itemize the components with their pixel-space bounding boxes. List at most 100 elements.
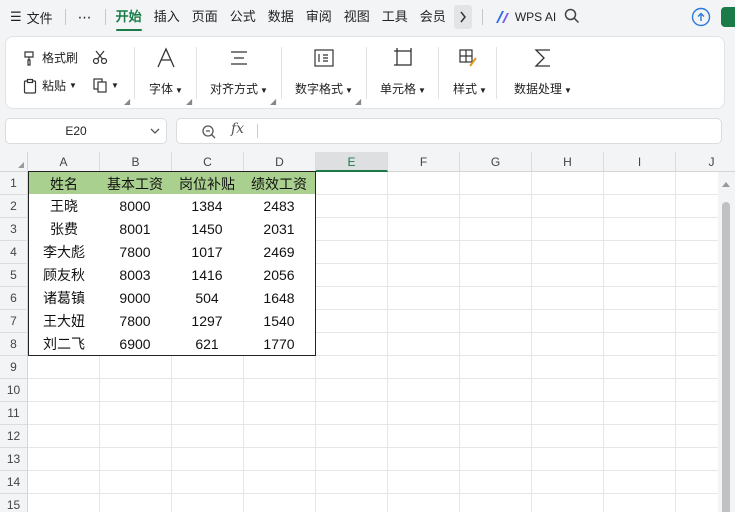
tab-page[interactable]: 页面 [186, 0, 224, 34]
copy-button[interactable]: ▼ [92, 77, 119, 93]
cut-button[interactable] [92, 49, 108, 65]
fx-button[interactable]: fx [231, 121, 244, 137]
row-header-15[interactable]: 15 [0, 494, 28, 512]
font-button[interactable]: 字体 ▼ [149, 80, 183, 97]
vertical-scrollbar[interactable] [718, 172, 735, 512]
table-cell[interactable]: 8003 [99, 263, 172, 287]
table-header-cell[interactable]: 岗位补贴 [171, 171, 244, 195]
tab-tools[interactable]: 工具 [376, 0, 414, 34]
row-header-4[interactable]: 4 [0, 241, 28, 264]
column-header-b[interactable]: B [100, 152, 172, 172]
table-cell[interactable]: 1416 [171, 263, 244, 287]
column-header-a[interactable]: A [28, 152, 100, 172]
format-painter-button[interactable]: 格式刷 [22, 49, 78, 66]
row-header-7[interactable]: 7 [0, 310, 28, 333]
style-button[interactable]: 样式 ▼ [453, 80, 487, 97]
number-format-button[interactable]: 数字格式 ▼ [295, 80, 353, 97]
table-cell[interactable]: 8000 [99, 194, 172, 218]
row-header-10[interactable]: 10 [0, 379, 28, 402]
file-menu[interactable]: ☰ 文件 [0, 0, 53, 34]
table-cell[interactable]: 李大彪 [28, 240, 100, 264]
table-cell[interactable]: 张费 [28, 217, 100, 241]
scroll-up-arrow-icon[interactable] [722, 182, 730, 187]
data-processing-button[interactable]: 数据处理 ▼ [514, 80, 572, 97]
column-header-f[interactable]: F [388, 152, 460, 172]
column-header-g[interactable]: G [460, 152, 532, 172]
table-cell[interactable]: 1450 [171, 217, 244, 241]
table-cell[interactable]: 1384 [171, 194, 244, 218]
column-header-e[interactable]: E [316, 152, 388, 172]
select-all-button[interactable] [0, 152, 28, 172]
table-cell[interactable]: 诸葛镇 [28, 286, 100, 310]
table-cell[interactable]: 7800 [99, 309, 172, 333]
share-button[interactable] [721, 7, 735, 27]
tab-formula[interactable]: 公式 [224, 0, 262, 34]
tab-view[interactable]: 视图 [338, 0, 376, 34]
row-header-9[interactable]: 9 [0, 356, 28, 379]
name-box[interactable]: E20 [5, 118, 167, 144]
column-header-c[interactable]: C [172, 152, 244, 172]
table-cell[interactable]: 2483 [243, 194, 316, 218]
tab-data[interactable]: 数据 [262, 0, 300, 34]
wps-ai-button[interactable]: WPS AI [495, 10, 556, 24]
table-header-cell[interactable]: 基本工资 [99, 171, 172, 195]
formula-input[interactable] [265, 119, 705, 143]
table-cell[interactable]: 王大妞 [28, 309, 100, 333]
table-header-cell[interactable]: 绩效工资 [243, 171, 316, 195]
table-cell[interactable]: 2469 [243, 240, 316, 264]
more-options-button[interactable]: ⋯ [78, 9, 93, 26]
search-button[interactable] [564, 8, 580, 27]
row-header-8[interactable]: 8 [0, 333, 28, 356]
tab-insert[interactable]: 插入 [148, 0, 186, 34]
row-header-11[interactable]: 11 [0, 402, 28, 425]
expand-corner-icon[interactable]: ◢ [270, 97, 276, 106]
tab-member[interactable]: 会员 [414, 0, 452, 34]
tab-review[interactable]: 审阅 [300, 0, 338, 34]
scrollbar-thumb[interactable] [722, 202, 730, 512]
tabs-scroll-right-button[interactable] [453, 5, 472, 29]
column-header-i[interactable]: I [604, 152, 676, 172]
table-cell[interactable]: 1017 [171, 240, 244, 264]
cell-button[interactable]: 单元格 ▼ [380, 80, 426, 97]
table-cell[interactable]: 1648 [243, 286, 316, 310]
table-cell[interactable]: 1540 [243, 309, 316, 333]
column-header-j[interactable]: J [676, 152, 735, 172]
row-header-13[interactable]: 13 [0, 448, 28, 471]
column-header-d[interactable]: D [244, 152, 316, 172]
table-cell[interactable]: 王晓 [28, 194, 100, 218]
tab-home[interactable]: 开始 [110, 0, 148, 34]
table-cell[interactable]: 7800 [99, 240, 172, 264]
row-header-5[interactable]: 5 [0, 264, 28, 287]
row-header-14[interactable]: 14 [0, 471, 28, 494]
table-cell[interactable]: 刘二飞 [28, 332, 100, 356]
table-cell[interactable]: 2056 [243, 263, 316, 287]
row-header-6[interactable]: 6 [0, 287, 28, 310]
table-cell[interactable]: 8001 [99, 217, 172, 241]
table-cell[interactable]: 9000 [99, 286, 172, 310]
table-cell[interactable]: 1770 [243, 332, 316, 356]
row-header-3[interactable]: 3 [0, 218, 28, 241]
table-header-cell[interactable]: 姓名 [28, 171, 100, 195]
style-icon [458, 48, 478, 68]
expand-corner-icon[interactable]: ◢ [186, 97, 192, 106]
spreadsheet-grid[interactable]: A B C D E F G H I J 1 2 3 4 5 6 7 8 9 10 11 12 13 14 15 姓名 基本工资 岗位补… [0, 152, 735, 512]
table-cell[interactable]: 1297 [171, 309, 244, 333]
gridline [531, 172, 532, 512]
zoom-icon[interactable] [201, 124, 217, 140]
expand-corner-icon[interactable]: ◢ [124, 97, 130, 106]
row-header-1[interactable]: 1 [0, 172, 28, 195]
table-cell[interactable]: 6900 [99, 332, 172, 356]
paste-button[interactable]: 粘贴 ▼ [22, 77, 77, 94]
align-button[interactable]: 对齐方式 ▼ [210, 80, 268, 97]
row-header-12[interactable]: 12 [0, 425, 28, 448]
cloud-sync-button[interactable] [691, 7, 711, 27]
table-cell[interactable]: 2031 [243, 217, 316, 241]
align-label: 对齐方式 [210, 82, 259, 96]
table-cell[interactable]: 504 [171, 286, 244, 310]
table-cell[interactable]: 621 [171, 332, 244, 356]
row-header-2[interactable]: 2 [0, 195, 28, 218]
table-cell[interactable]: 顾友秋 [28, 263, 100, 287]
divider [257, 124, 258, 138]
expand-corner-icon[interactable]: ◢ [355, 97, 361, 106]
column-header-h[interactable]: H [532, 152, 604, 172]
